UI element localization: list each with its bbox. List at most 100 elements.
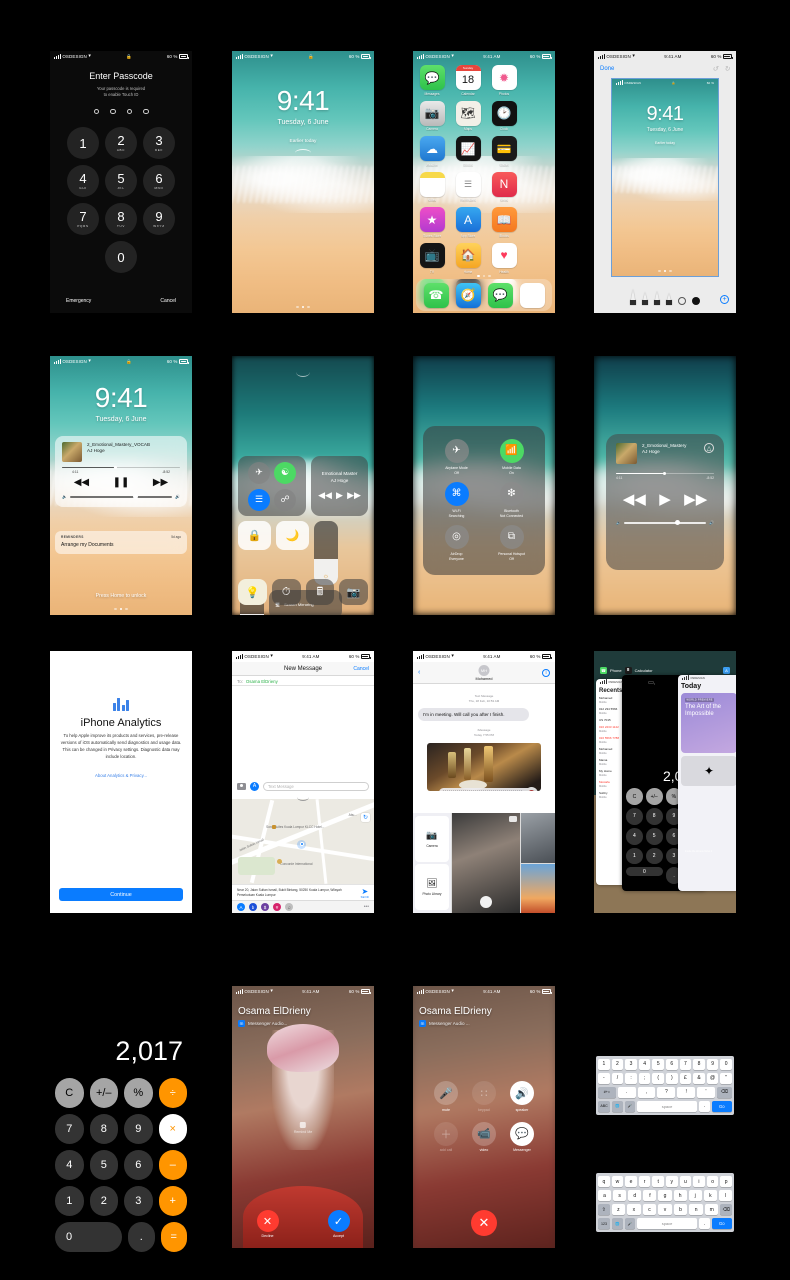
connectivity-card[interactable]: ✈ Airplane Mode Off 📶 Mobile Data On ⌘ Wi-Fi Sea… — [423, 426, 545, 575]
key-[interactable]: ? — [657, 1086, 676, 1098]
panel-new-message[interactable]: OSDESIGN ▾ 9:41 AM 60 % New Message Cance… — [232, 651, 374, 913]
panel-now-playing-expanded[interactable]: 2_Emotional_Mastery AJ Hoge △ 4:11 -8:52… — [594, 356, 736, 615]
connectivity-personal-hotspot[interactable]: ⧉ Personal Hotspot Off — [484, 524, 539, 562]
eraser-tool[interactable] — [678, 297, 686, 305]
notes-icon[interactable] — [419, 171, 445, 197]
key-n[interactable]: n — [689, 1204, 703, 1215]
calc-key-C[interactable]: C — [626, 788, 643, 806]
calc-key-÷[interactable]: ÷ — [158, 1078, 187, 1108]
calc-key-+[interactable]: + — [158, 1186, 187, 1216]
key-7[interactable]: 7 — [679, 1058, 692, 1070]
photo-thumbnail[interactable] — [521, 863, 555, 913]
panel-calculator[interactable]: 2,017 C +/–% ÷ 7 8 9 × 4 5 6–1 2 3 +0. = — [45, 1030, 197, 1255]
add-icon[interactable]: + — [720, 295, 729, 304]
call-video-button[interactable]: 📹 video — [465, 1121, 503, 1152]
key-1[interactable]: 1 — [598, 1058, 610, 1070]
calc-key-3[interactable]: 3 — [124, 1186, 153, 1216]
featured-card[interactable]: WORLD PREMIERE The Art of the Impossible… — [681, 693, 736, 853]
next-icon[interactable]: ▶▶ — [153, 477, 168, 488]
address-row[interactable]: Near 20, Jalan Sultan Ismail, Bukit Bint… — [232, 884, 374, 900]
panel-app-switcher[interactable]: ☎ Phone 🖩 Calculator A OSDESIGN Recents … — [594, 651, 736, 913]
key-b[interactable]: b — [673, 1204, 688, 1215]
cancel-button[interactable]: Cancel — [160, 298, 176, 304]
music-icon[interactable]: ♫ — [285, 903, 293, 911]
passcode-key-0[interactable]: 0 — [105, 241, 137, 274]
marker-tool[interactable] — [642, 292, 648, 305]
app-clock[interactable]: 🕑 Clock — [489, 100, 519, 131]
app-photos[interactable]: ✹ Photos — [489, 65, 519, 96]
passcode-key-3[interactable]: 3 DEF — [143, 127, 175, 160]
reminders-icon[interactable]: ☰ — [455, 171, 481, 197]
key-ABC[interactable]: ABC — [598, 1100, 611, 1112]
app-notes[interactable]: Notes — [417, 171, 447, 202]
calc-key-+/–[interactable]: +/– — [89, 1078, 118, 1108]
recipient-field[interactable]: To: Osama ElDrieny — [232, 677, 374, 686]
key-8[interactable]: 8 — [693, 1058, 705, 1070]
timer-icon[interactable]: ⏱ — [271, 579, 301, 605]
end-call-button[interactable]: ✕ — [471, 1210, 497, 1236]
key-c[interactable]: c — [642, 1204, 657, 1215]
calculator-keypad[interactable]: C +/–% ÷ 7 8 9 × 4 5 6–1 2 3 +0. = — [55, 1078, 187, 1252]
camera-swap-icon[interactable] — [509, 816, 517, 822]
app-health[interactable]: ♥ Health — [489, 242, 519, 274]
call-mute-button[interactable]: 🎤 mute — [427, 1081, 465, 1112]
messages-icon[interactable]: 💬 — [419, 65, 445, 90]
key-d[interactable]: d — [628, 1190, 642, 1201]
camera-icon[interactable]: 📷 — [419, 100, 445, 126]
app-store-icon[interactable]: A — [250, 781, 259, 791]
today-tab[interactable]: Today WORLD PREMIERE The Art of the Impo… — [678, 675, 736, 853]
flashlight-icon[interactable]: 💡 — [238, 579, 267, 605]
panel-message-thread[interactable]: OSDESIGN ▾ 9:41 AM 60 % ‹ MH i Mohamed Te… — [413, 651, 555, 913]
wifi-icon[interactable]: ☰ — [248, 488, 270, 511]
key-j[interactable]: j — [688, 1190, 702, 1201]
key-[interactable]: / — [611, 1072, 624, 1084]
next-icon[interactable]: ▶▶ — [347, 490, 361, 501]
app-messages[interactable]: 💬 Messages — [417, 65, 447, 96]
ibooks-icon[interactable]: 📖 — [491, 207, 517, 233]
call-Messenger-button[interactable]: 💬 Messenger — [503, 1121, 541, 1152]
calc-key-4[interactable]: 4 — [626, 827, 643, 845]
avatar[interactable]: MH — [478, 665, 490, 676]
app-stocks[interactable]: 📈 Stocks — [453, 136, 483, 167]
call-keypad-button[interactable]: ∷ keypad — [465, 1081, 503, 1112]
connectivity-airplane-mode[interactable]: ✈ Airplane Mode Off — [429, 438, 484, 476]
calc-key-%[interactable]: % — [124, 1078, 153, 1108]
panel-qwerty-keyboard[interactable]: q w e r t y u i o p a s d f g h j k l ⇧ z x c v b n m ⌫ 123 🌐 🎤 space. G… — [594, 1155, 736, 1250]
airplane-mode-icon[interactable]: ✈ — [248, 461, 270, 484]
progress-bar[interactable] — [616, 471, 714, 475]
call-speaker-button[interactable]: 🔊 speaker — [503, 1081, 541, 1112]
app-home[interactable]: 🏠 Home — [453, 242, 483, 274]
key-[interactable]: ) — [666, 1072, 678, 1084]
camera-live-preview[interactable] — [452, 813, 520, 913]
key-[interactable]: ⌫ — [720, 1204, 732, 1215]
key-e[interactable]: e — [625, 1176, 637, 1187]
key-l[interactable]: l — [718, 1190, 732, 1201]
key-[interactable]: ( — [652, 1072, 664, 1084]
key-[interactable]: 🌐 — [612, 1218, 623, 1229]
key-[interactable]: . — [699, 1100, 710, 1112]
redo-icon[interactable]: ↻ — [724, 65, 730, 73]
play-icon[interactable]: ▶ — [336, 490, 343, 501]
key-t[interactable]: t — [652, 1176, 664, 1187]
camera-icon[interactable]: 📷 — [339, 579, 368, 605]
news-icon[interactable]: N — [491, 171, 517, 197]
digit-icon[interactable]: # — [273, 903, 281, 911]
map-preview[interactable]: Sono Suites Kuala Lumpur KLCC Hotel... J… — [232, 799, 374, 884]
audio-scrubber[interactable]: 0:00 — [438, 788, 533, 792]
brightness-slider[interactable]: ☼ — [314, 521, 338, 585]
picker-camera-button[interactable]: 📷 Camera — [415, 816, 449, 862]
key-[interactable]: & — [693, 1072, 705, 1084]
passcode-key-7[interactable]: 7 PQRS — [67, 203, 99, 236]
about-analytics-link[interactable]: About Analytics & Privacy... — [50, 773, 192, 778]
stocks-icon[interactable]: 📈 — [455, 136, 481, 162]
connectivity-tile[interactable]: ✈ ☯ ☰ ☍ — [238, 456, 306, 516]
calc-key-1[interactable]: 1 — [55, 1186, 84, 1216]
call-add-call-button[interactable]: ＋ add call — [427, 1121, 465, 1152]
key-r[interactable]: r — [638, 1176, 651, 1187]
photos-icon[interactable]: ✹ — [491, 65, 517, 90]
calc-key-8[interactable]: 8 — [89, 1114, 118, 1144]
passcode-key-5[interactable]: 5 JKL — [105, 165, 137, 198]
dock[interactable]: ☎ 🧭 💬 ♫ — [416, 279, 552, 311]
undo-icon[interactable]: ↺ — [712, 65, 718, 73]
key-[interactable]: " — [720, 1072, 732, 1084]
